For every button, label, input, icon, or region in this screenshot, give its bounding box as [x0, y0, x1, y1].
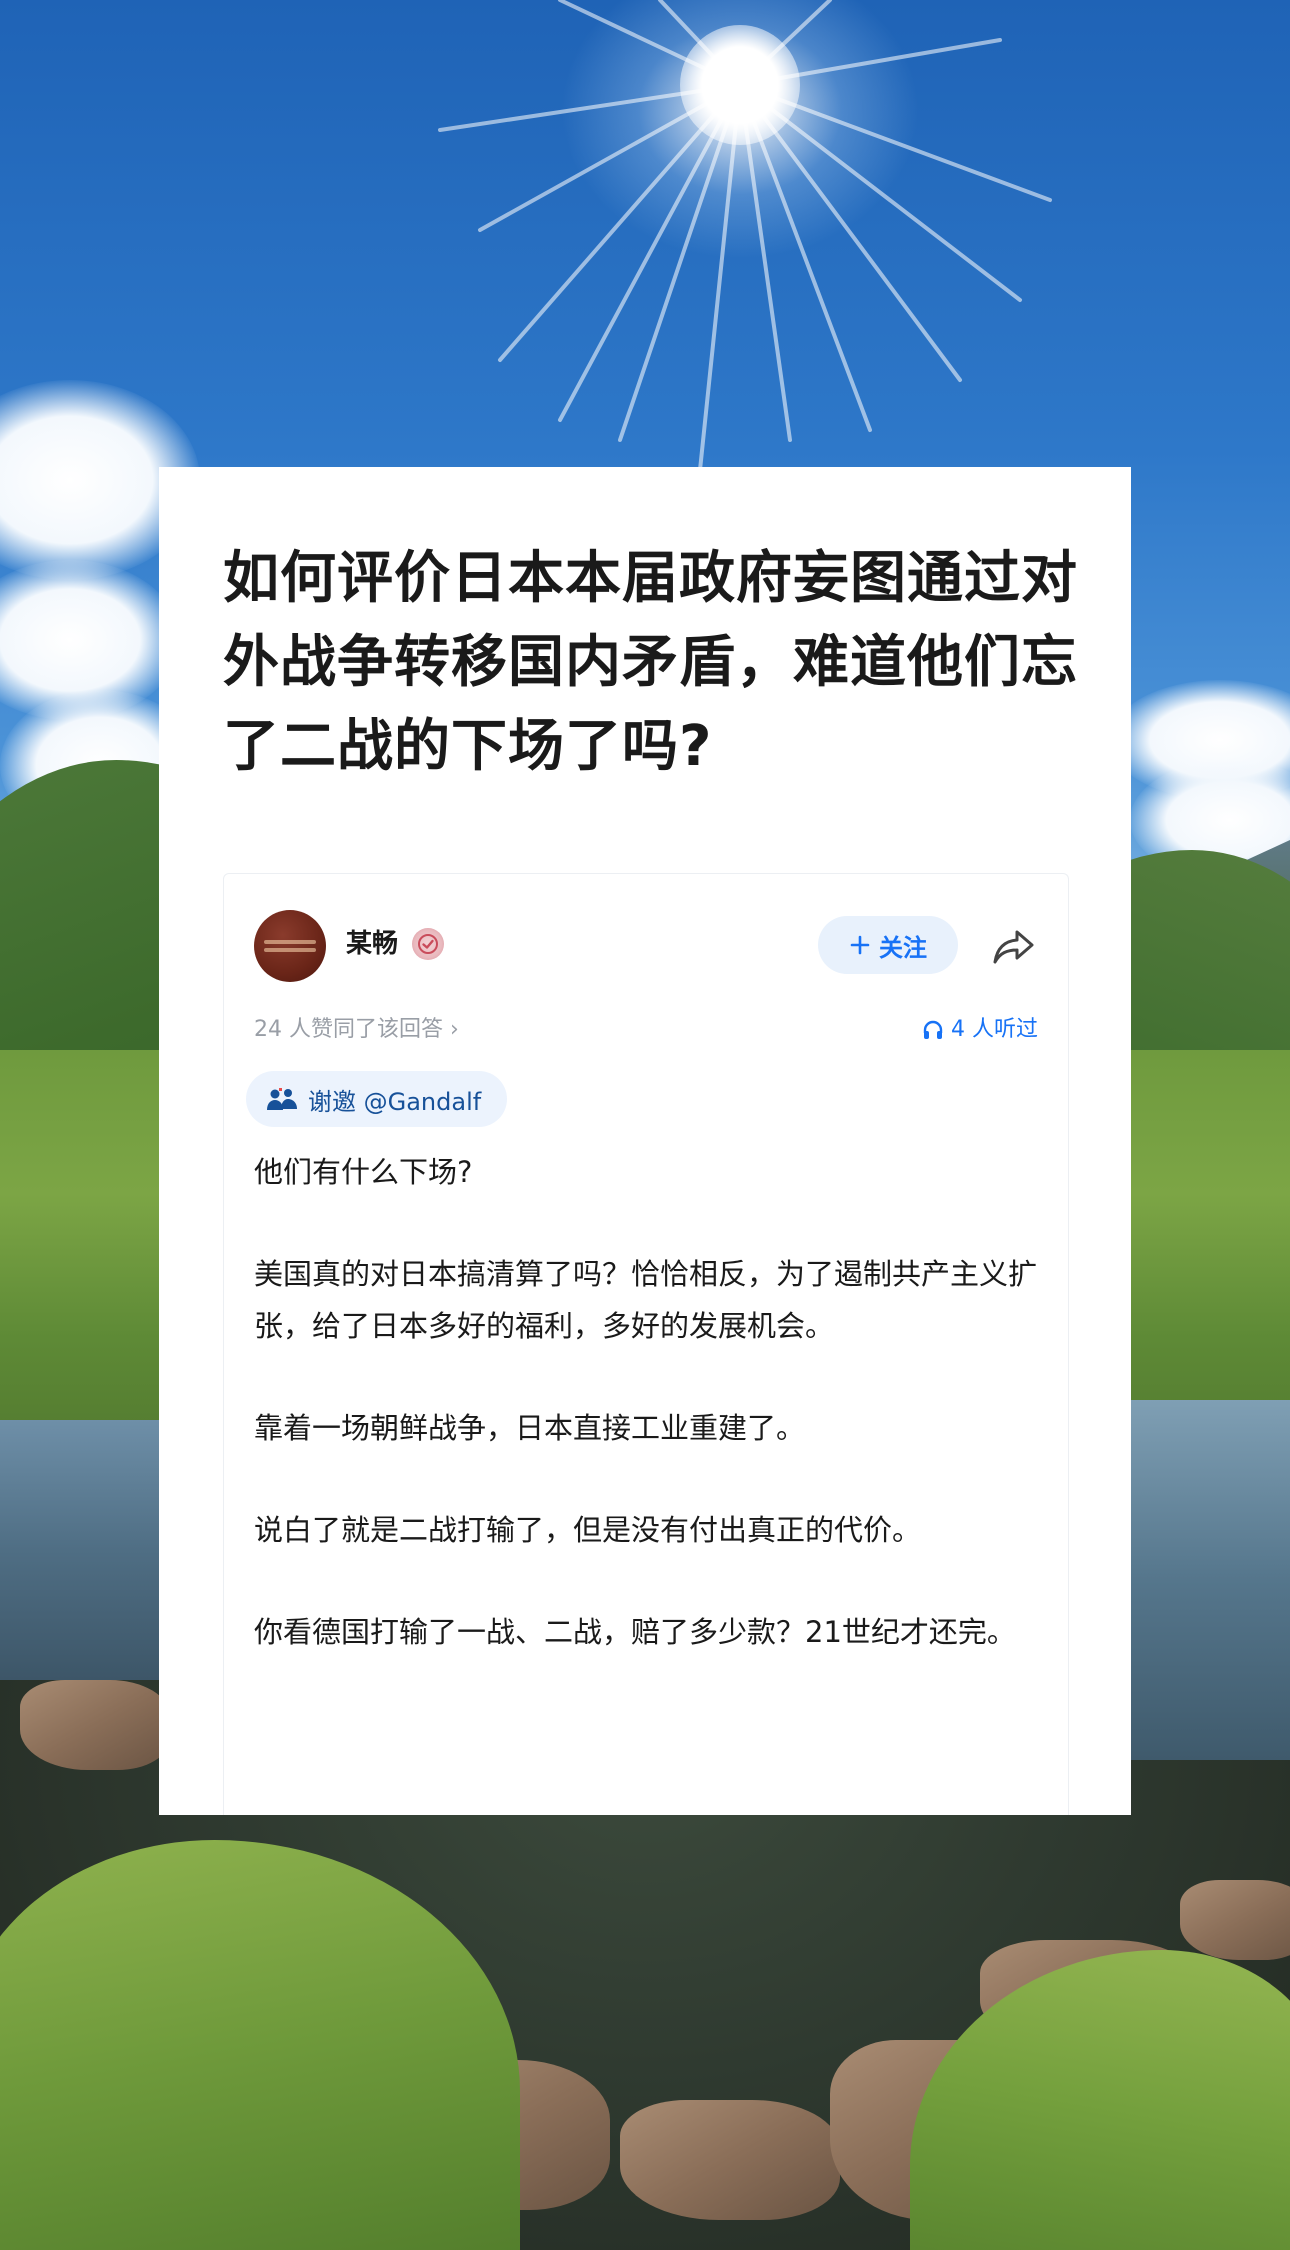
listeners-link[interactable]: 4 人听过	[921, 1012, 1038, 1048]
answer-paragraph: 说白了就是二战打输了，但是没有付出真正的代价。	[254, 1513, 922, 1547]
likes-text: 24 人赞同了该回答	[254, 1017, 443, 1042]
avatar-line	[264, 948, 316, 952]
rock	[20, 1680, 170, 1770]
verified-badge-icon	[412, 928, 444, 960]
answer-paragraph: 他们有什么下场?	[254, 1155, 473, 1189]
author-row: 某畅 关注	[254, 910, 1038, 982]
avatar-line	[264, 940, 316, 944]
answer-paragraph: 你看德国打输了一战、二战，赔了多少款？21世纪才还完。	[254, 1615, 1016, 1649]
meta-row: 24 人赞同了该回答 › 4 人听过	[254, 1012, 1038, 1048]
answer-paragraph: 美国真的对日本搞清算了吗？恰恰相反，为了遏制共产主义扩张，给了日本多好的福利，多…	[254, 1257, 1038, 1343]
chevron-right-icon: ›	[450, 1017, 459, 1042]
water	[1120, 1400, 1290, 1760]
answer-body: 他们有什么下场? 美国真的对日本搞清算了吗？恰恰相反，为了遏制共产主义扩张，给了…	[254, 1146, 1044, 1708]
answer-card: 如何评价日本本届政府妄图通过对外战争转移国内矛盾，难道他们忘了二战的下场了吗? …	[159, 467, 1131, 1815]
rock	[1180, 1880, 1290, 1960]
listeners-text: 4 人听过	[951, 1017, 1038, 1042]
answer-paragraph: 靠着一场朝鲜战争，日本直接工业重建了。	[254, 1411, 806, 1445]
follow-label: 关注	[879, 933, 927, 962]
share-icon[interactable]	[990, 922, 1038, 970]
likes-link[interactable]: 24 人赞同了该回答 ›	[254, 1012, 459, 1048]
question-title[interactable]: 如何评价日本本届政府妄图通过对外战争转移国内矛盾，难道他们忘了二战的下场了吗?	[223, 537, 1083, 789]
water	[0, 1420, 170, 1680]
invite-text: 谢邀 @Gandalf	[308, 1087, 482, 1116]
rock	[620, 2100, 840, 2220]
plus-icon	[850, 935, 870, 955]
sun	[680, 25, 800, 145]
invite-tag[interactable]: 谢邀 @Gandalf	[246, 1071, 508, 1127]
follow-button[interactable]: 关注	[818, 916, 958, 974]
avatar[interactable]	[254, 910, 326, 982]
headphones-icon	[923, 1020, 943, 1039]
people-icon	[267, 1088, 297, 1110]
answer-panel: 某畅 关注 24 人赞同了该回答 › 4 人听过 谢邀 @Gandalf 他们有…	[223, 873, 1069, 1815]
author-name[interactable]: 某畅	[346, 924, 398, 964]
